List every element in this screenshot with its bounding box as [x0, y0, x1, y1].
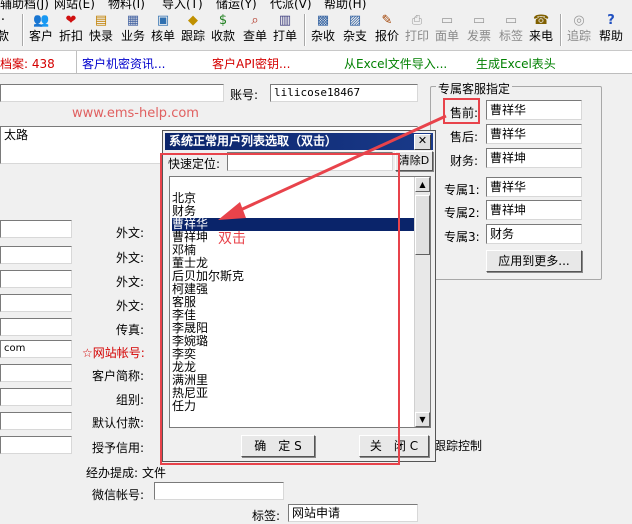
- annotation-arrow-icon: [218, 114, 447, 220]
